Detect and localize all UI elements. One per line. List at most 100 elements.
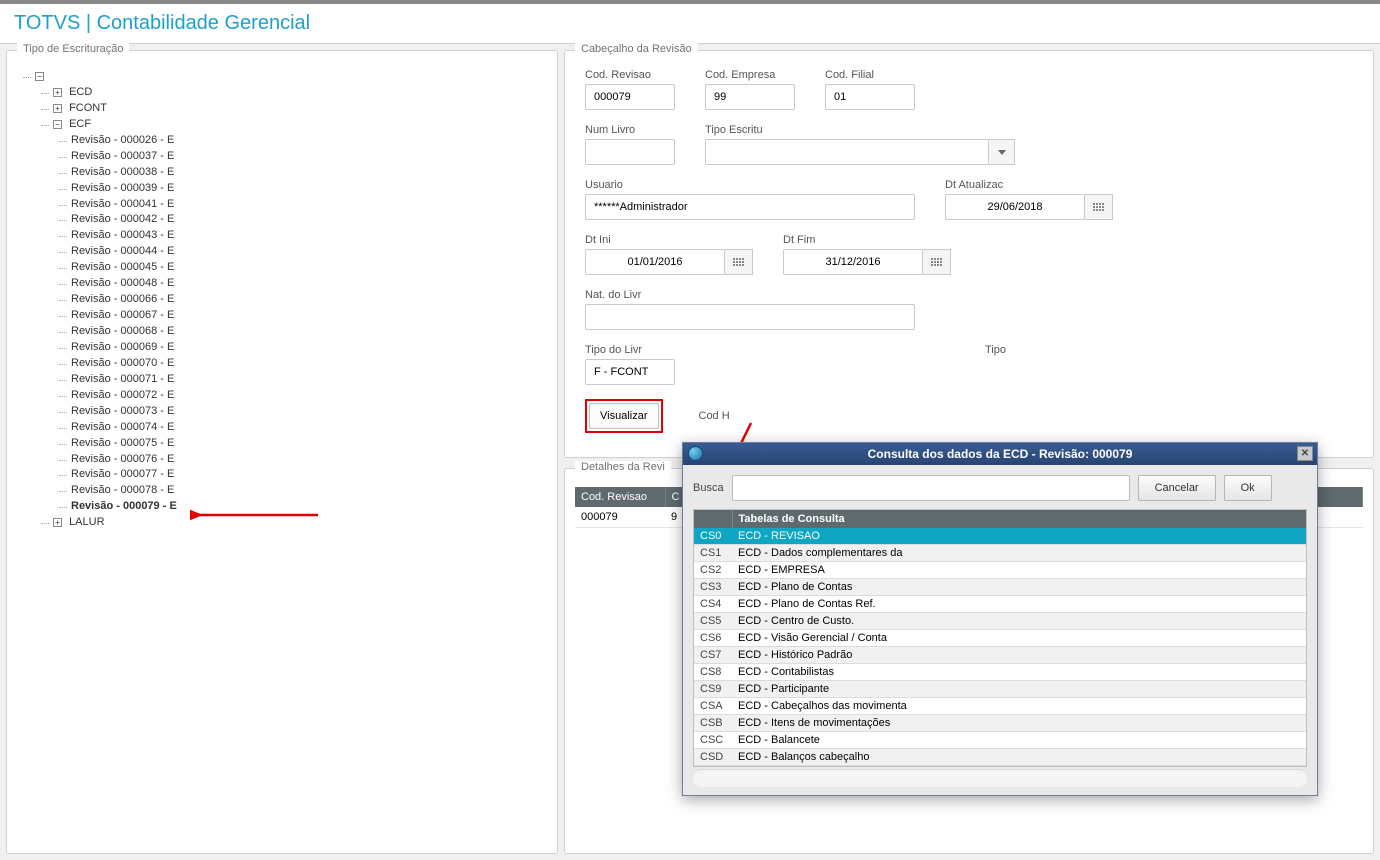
- cell-code: CS0: [694, 528, 732, 545]
- app-title: TOTVS | Contabilidade Gerencial: [0, 0, 1380, 44]
- chevron-down-icon[interactable]: [989, 139, 1015, 165]
- label-cod-h: Cod H: [699, 410, 730, 422]
- input-cod-filial[interactable]: [825, 84, 915, 110]
- cell-code: CS6: [694, 630, 732, 647]
- tree-leaf[interactable]: Revisão - 000073 - E: [71, 404, 551, 420]
- tree-leaf[interactable]: Revisão - 000067 - E: [71, 308, 551, 324]
- table-row[interactable]: CS3ECD - Plano de Contas: [694, 579, 1306, 596]
- app-icon: [688, 446, 703, 461]
- tree-leaf[interactable]: Revisão - 000069 - E: [71, 340, 551, 356]
- label-usuario: Usuario: [585, 179, 915, 191]
- tree-node[interactable]: + FCONT: [53, 101, 551, 117]
- modal-grid: Tabelas de Consulta CS0ECD - REVISAOCS1E…: [694, 510, 1306, 766]
- cell-code: CSB: [694, 715, 732, 732]
- cell-desc: ECD - Balancete: [732, 732, 1306, 749]
- tree-label: LALUR: [69, 516, 104, 528]
- annotation-highlight: Visualizar: [585, 399, 663, 433]
- tree-leaf[interactable]: Revisão - 000037 - E: [71, 149, 551, 165]
- label-dt-atualizac: Dt Atualizac: [945, 179, 1113, 191]
- tree-leaf[interactable]: Revisão - 000070 - E: [71, 356, 551, 372]
- tree-toggle-icon[interactable]: −: [35, 72, 44, 81]
- cell-desc: ECD - Centro de Custo.: [732, 613, 1306, 630]
- modal-titlebar[interactable]: Consulta dos dados da ECD - Revisão: 000…: [683, 443, 1317, 465]
- tree-toggle-icon[interactable]: −: [53, 120, 62, 129]
- horizontal-scrollbar[interactable]: [693, 769, 1307, 787]
- table-row[interactable]: CS8ECD - Contabilistas: [694, 664, 1306, 681]
- tree-leaf[interactable]: Revisão - 000076 - E: [71, 452, 551, 468]
- details-col-0[interactable]: Cod. Revisao: [575, 487, 665, 507]
- table-row[interactable]: CSDECD - Balanços cabeçalho: [694, 749, 1306, 766]
- tree-leaf[interactable]: Revisão - 000077 - E: [71, 467, 551, 483]
- cell-desc: ECD - EMPRESA: [732, 562, 1306, 579]
- tree-toggle-icon[interactable]: +: [53, 88, 62, 97]
- tree-leaf[interactable]: Revisão - 000068 - E: [71, 324, 551, 340]
- table-row[interactable]: CSCECD - Balancete: [694, 732, 1306, 749]
- tree-leaf[interactable]: Revisão - 000074 - E: [71, 420, 551, 436]
- tree-leaf[interactable]: Revisão - 000041 - E: [71, 197, 551, 213]
- tree-leaf[interactable]: Revisão - 000078 - E: [71, 483, 551, 499]
- label-num-livro: Num Livro: [585, 124, 675, 136]
- tree-leaf[interactable]: Revisão - 000042 - E: [71, 212, 551, 228]
- table-row[interactable]: CS6ECD - Visão Gerencial / Conta: [694, 630, 1306, 647]
- cell-code: CS3: [694, 579, 732, 596]
- select-tipo-escritu[interactable]: [705, 139, 1015, 165]
- table-row[interactable]: CSAECD - Cabeçalhos das movimenta: [694, 698, 1306, 715]
- cancelar-button[interactable]: Cancelar: [1138, 475, 1216, 501]
- cell-code: CS2: [694, 562, 732, 579]
- tree-leaf[interactable]: Revisão - 000026 - E: [71, 133, 551, 149]
- tree-leaf[interactable]: Revisão - 000072 - E: [71, 388, 551, 404]
- tree-leaf[interactable]: Revisão - 000044 - E: [71, 244, 551, 260]
- ok-button[interactable]: Ok: [1224, 475, 1272, 501]
- input-buscar[interactable]: [732, 475, 1130, 501]
- tree-leaf[interactable]: Revisão - 000038 - E: [71, 165, 551, 181]
- table-row[interactable]: CS5ECD - Centro de Custo.: [694, 613, 1306, 630]
- input-dt-fim[interactable]: [783, 249, 923, 275]
- input-cod-revisao[interactable]: [585, 84, 675, 110]
- tree-leaf[interactable]: Revisão - 000043 - E: [71, 228, 551, 244]
- close-icon[interactable]: ✕: [1297, 446, 1313, 461]
- panel-tree: Tipo de Escrituração −+ ECD+ FCONT− ECFR…: [6, 50, 558, 854]
- label-tipo-escritu: Tipo Escritu: [705, 124, 1015, 136]
- cell-code: CS1: [694, 545, 732, 562]
- input-tipo-do-livr[interactable]: [585, 359, 675, 385]
- visualizar-button[interactable]: Visualizar: [589, 403, 659, 429]
- cell-desc: ECD - Itens de movimentações: [732, 715, 1306, 732]
- label-dt-fim: Dt Fim: [783, 234, 951, 246]
- tree-leaf[interactable]: Revisão - 000075 - E: [71, 436, 551, 452]
- input-dt-atualizac[interactable]: [945, 194, 1085, 220]
- tree-leaf[interactable]: Revisão - 000039 - E: [71, 181, 551, 197]
- input-dt-ini[interactable]: [585, 249, 725, 275]
- tree-root: −+ ECD+ FCONT− ECFRevisão - 000026 - ERe…: [13, 65, 551, 531]
- tree-node[interactable]: + ECD: [53, 85, 551, 101]
- input-num-livro[interactable]: [585, 139, 675, 165]
- calendar-icon[interactable]: [923, 249, 951, 275]
- table-row[interactable]: CS4ECD - Plano de Contas Ref.: [694, 596, 1306, 613]
- input-usuario[interactable]: [585, 194, 915, 220]
- table-row[interactable]: CS1ECD - Dados complementares da: [694, 545, 1306, 562]
- tree-node[interactable]: + LALUR: [53, 515, 551, 531]
- input-cod-empresa[interactable]: [705, 84, 795, 110]
- tree-node[interactable]: − ECFRevisão - 000026 - ERevisão - 00003…: [53, 117, 551, 515]
- tree-leaf[interactable]: Revisão - 000066 - E: [71, 292, 551, 308]
- tree-leaf[interactable]: Revisão - 000079 - E: [71, 499, 551, 515]
- tree-leaf[interactable]: Revisão - 000048 - E: [71, 276, 551, 292]
- table-row[interactable]: CS0ECD - REVISAO: [694, 528, 1306, 545]
- tree-leaf[interactable]: Revisão - 000071 - E: [71, 372, 551, 388]
- table-row[interactable]: CS9ECD - Participante: [694, 681, 1306, 698]
- table-row[interactable]: CS2ECD - EMPRESA: [694, 562, 1306, 579]
- cell-code: CS9: [694, 681, 732, 698]
- cell-desc: ECD - Contabilistas: [732, 664, 1306, 681]
- table-row[interactable]: CS7ECD - Histórico Padrão: [694, 647, 1306, 664]
- modal-col-desc[interactable]: Tabelas de Consulta: [732, 510, 1306, 528]
- cell-desc: ECD - Visão Gerencial / Conta: [732, 630, 1306, 647]
- cell-desc: ECD - Cabeçalhos das movimenta: [732, 698, 1306, 715]
- calendar-icon[interactable]: [725, 249, 753, 275]
- table-row[interactable]: CSBECD - Itens de movimentações: [694, 715, 1306, 732]
- cell-desc: ECD - Participante: [732, 681, 1306, 698]
- tree-toggle-icon[interactable]: +: [53, 518, 62, 527]
- tree-leaf[interactable]: Revisão - 000045 - E: [71, 260, 551, 276]
- panel-header-form: Cabeçalho da Revisão Cod. Revisao Cod. E…: [564, 50, 1374, 458]
- calendar-icon[interactable]: [1085, 194, 1113, 220]
- input-nat-do-livr[interactable]: [585, 304, 915, 330]
- tree-toggle-icon[interactable]: +: [53, 104, 62, 113]
